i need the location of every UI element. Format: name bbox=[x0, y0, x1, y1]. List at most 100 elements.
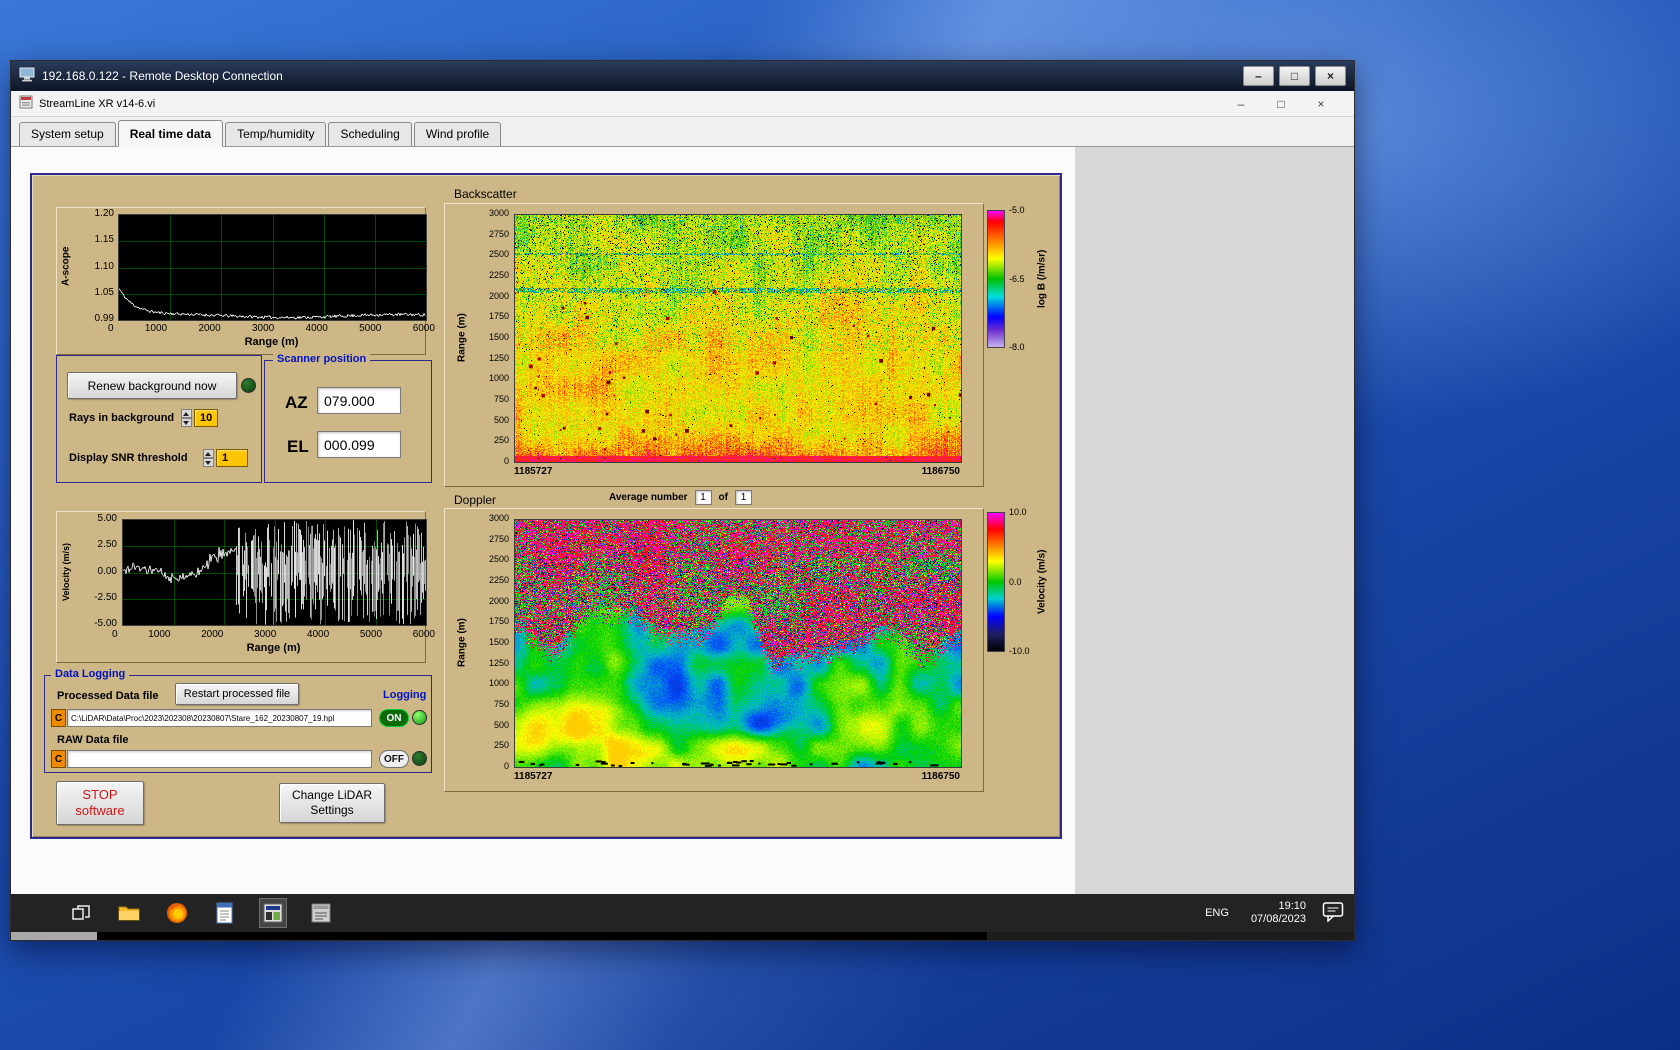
rdp-titlebar[interactable]: 192.168.0.122 - Remote Desktop Connectio… bbox=[11, 61, 1354, 91]
logging-on-toggle[interactable]: ON bbox=[379, 709, 409, 727]
doppler-x-range: 1185727 1186750 bbox=[514, 771, 960, 782]
tick-label: -10.0 bbox=[1009, 646, 1030, 656]
data-logging-box: Data Logging Processed Data file Restart… bbox=[44, 668, 432, 773]
clock-date: 07/08/2023 bbox=[1250, 913, 1306, 925]
tick-label: 2500 bbox=[488, 249, 509, 260]
tick-label: 0 bbox=[503, 760, 509, 771]
bottom-strip bbox=[11, 932, 1354, 940]
tick-label: 750 bbox=[493, 393, 509, 404]
task-view-icon[interactable] bbox=[67, 898, 95, 928]
change-lidar-line1: Change LiDAR bbox=[291, 788, 373, 802]
tick-label: 1250 bbox=[488, 352, 509, 363]
document-app-icon[interactable] bbox=[211, 898, 239, 928]
logging-off-toggle[interactable]: OFF bbox=[379, 750, 409, 768]
tick-label: 1.10 bbox=[94, 260, 114, 272]
rays-spinner[interactable] bbox=[181, 409, 192, 427]
tick-label: 750 bbox=[493, 698, 509, 709]
taskbar-tray: ENG 19:10 07/08/2023 bbox=[1199, 894, 1344, 932]
file-explorer-icon[interactable] bbox=[115, 898, 143, 928]
tick-label: 0 bbox=[108, 323, 114, 334]
raw-path-field[interactable] bbox=[67, 750, 372, 768]
doppler-colorbar bbox=[987, 512, 1005, 652]
strip-light-segment bbox=[11, 932, 97, 940]
strip-black-segment bbox=[97, 932, 987, 940]
logging-on-led bbox=[412, 710, 427, 725]
renew-background-button[interactable]: Renew background now bbox=[67, 372, 237, 399]
az-value-field[interactable]: 079.000 bbox=[317, 387, 401, 414]
tick-label: 2500 bbox=[488, 554, 509, 565]
tick-label: 2000 bbox=[201, 629, 224, 640]
tab-wind-profile[interactable]: Wind profile bbox=[413, 122, 502, 146]
scan-scheduler-icon[interactable] bbox=[307, 898, 335, 928]
rdp-close-button[interactable]: × bbox=[1315, 66, 1346, 86]
snr-spinner[interactable] bbox=[203, 449, 214, 467]
stop-software-button[interactable]: STOP software bbox=[56, 781, 144, 825]
average-number-field[interactable]: 1 bbox=[694, 490, 712, 505]
ascope-y-ticks: 1.20 1.15 1.10 1.05 0.99 bbox=[77, 209, 114, 324]
logging-off-led bbox=[412, 751, 427, 766]
rdp-maximize-button[interactable]: □ bbox=[1279, 66, 1310, 86]
doppler-colorbar-ticks: 10.0 0.0 -10.0 bbox=[1009, 508, 1030, 656]
firefox-icon[interactable] bbox=[163, 898, 191, 928]
backscatter-title: Backscatter bbox=[454, 187, 517, 201]
raw-data-file-label: RAW Data file bbox=[57, 734, 129, 746]
remote-screen: StreamLine XR v14-6.vi – □ × System setu… bbox=[11, 91, 1354, 940]
tick-label: 6000 bbox=[412, 323, 435, 334]
tick-label: 3000 bbox=[488, 513, 509, 523]
tick-label: 3000 bbox=[252, 323, 275, 334]
change-lidar-settings-button[interactable]: Change LiDAR Settings bbox=[279, 783, 385, 823]
app-title-text: StreamLine XR v14-6.vi bbox=[39, 97, 156, 110]
rdp-minimize-button[interactable]: – bbox=[1243, 66, 1274, 86]
rays-value-field[interactable]: 10 bbox=[194, 409, 218, 427]
backscatter-heatmap bbox=[514, 214, 962, 463]
renew-background-led bbox=[241, 378, 256, 393]
el-value-field[interactable]: 000.099 bbox=[317, 431, 401, 458]
app-restore-button[interactable]: □ bbox=[1274, 97, 1288, 111]
backscatter-y-axis-label: Range (m) bbox=[456, 313, 468, 362]
tick-label: 2750 bbox=[488, 228, 509, 239]
app-close-button[interactable]: × bbox=[1314, 97, 1328, 111]
tick-label: -8.0 bbox=[1009, 342, 1025, 352]
restart-processed-file-button[interactable]: Restart processed file bbox=[175, 683, 299, 705]
app-titlebar[interactable]: StreamLine XR v14-6.vi – □ × bbox=[11, 91, 1354, 117]
tab-system-setup[interactable]: System setup bbox=[19, 122, 116, 146]
tick-label: 1000 bbox=[148, 629, 171, 640]
tab-scheduling[interactable]: Scheduling bbox=[328, 122, 412, 146]
taskbar-icons bbox=[67, 898, 335, 928]
processed-path-field[interactable]: C:\LiDAR\Data\Proc\2023\202308\20230807\… bbox=[67, 709, 372, 727]
app-minimize-button[interactable]: – bbox=[1234, 97, 1248, 111]
streamline-app-icon[interactable] bbox=[259, 898, 287, 928]
tick-label: 10.0 bbox=[1009, 507, 1027, 517]
snr-value-field[interactable]: 1 bbox=[216, 449, 248, 467]
processed-drive-box[interactable]: C bbox=[51, 709, 66, 727]
app-window-controls: – □ × bbox=[1234, 97, 1346, 111]
velocity-y-axis-label: Velocity (m/s) bbox=[61, 542, 71, 601]
action-center-icon[interactable] bbox=[1322, 901, 1344, 925]
raw-drive-box[interactable]: C bbox=[51, 750, 66, 768]
doppler-heatmap bbox=[514, 519, 962, 768]
background-controls-box: Renew background now Rays in background … bbox=[56, 355, 262, 483]
tick-label: -5.0 bbox=[1009, 205, 1025, 215]
clock[interactable]: 19:10 07/08/2023 bbox=[1251, 900, 1306, 926]
tick-label: 1000 bbox=[488, 678, 509, 689]
language-indicator[interactable]: ENG bbox=[1199, 903, 1235, 923]
tab-temp-humidity[interactable]: Temp/humidity bbox=[225, 122, 327, 146]
tick-label: 3000 bbox=[488, 208, 509, 218]
tick-label: 4000 bbox=[305, 323, 328, 334]
doppler-x-end: 1186750 bbox=[921, 771, 960, 782]
doppler-colorbar-label: Velocity (m/s) bbox=[1036, 549, 1048, 615]
tick-label: 2750 bbox=[488, 533, 509, 544]
tick-label: 1000 bbox=[488, 373, 509, 384]
tick-label: 1.20 bbox=[94, 208, 114, 219]
tick-label: 1500 bbox=[488, 331, 509, 342]
ascope-x-axis-label: Range (m) bbox=[244, 336, 299, 348]
ascope-plot bbox=[118, 214, 427, 321]
backscatter-colorbar-label: log B (/m/sr) bbox=[1036, 249, 1048, 309]
stop-software-line2: software bbox=[75, 803, 125, 818]
snr-threshold-label: Display SNR threshold bbox=[69, 452, 188, 464]
el-label: EL bbox=[287, 437, 309, 456]
average-total-field[interactable]: 1 bbox=[735, 490, 752, 505]
front-panel: A-scope 1.20 1.15 1.10 1.05 0.99 0 1000 2000 30… bbox=[11, 147, 1354, 894]
velocity-x-axis-label: Range (m) bbox=[246, 642, 301, 654]
tab-real-time-data[interactable]: Real time data bbox=[117, 120, 224, 147]
